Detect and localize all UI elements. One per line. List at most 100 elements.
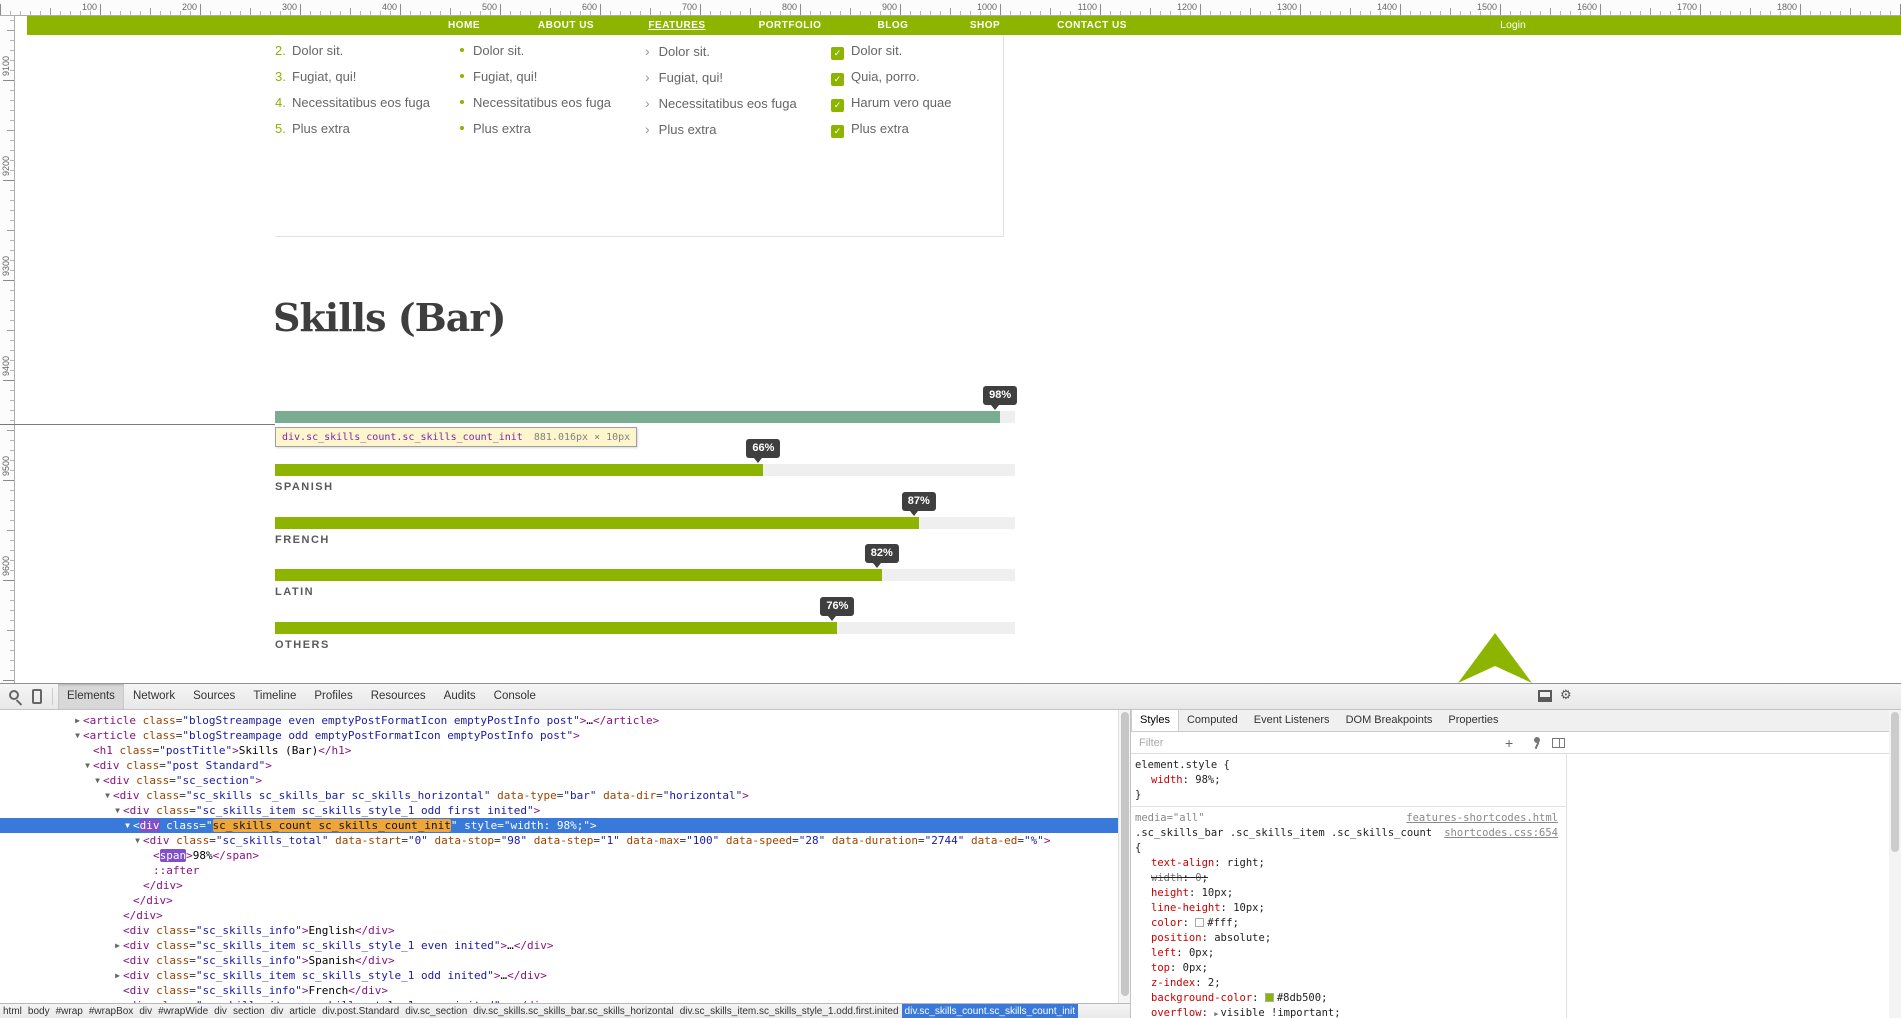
styles-filter-input[interactable]: Filter: [1139, 732, 1163, 754]
css-property[interactable]: line-height: 10px;: [1135, 901, 1562, 916]
css-property[interactable]: overflow: ▶visible !important;: [1135, 1006, 1562, 1018]
collapse-arrow-icon[interactable]: ▼: [72, 728, 83, 743]
nav-item-contact-us[interactable]: CONTACT US: [1057, 16, 1127, 35]
styles-scrollbar[interactable]: [1889, 710, 1901, 1018]
code-segment: <: [153, 849, 160, 862]
settings-gear-icon[interactable]: ⚙: [1560, 688, 1572, 703]
nav-item-shop[interactable]: SHOP: [970, 16, 1000, 35]
new-style-rule-icon[interactable]: +: [1505, 732, 1513, 754]
nav-item-about-us[interactable]: ABOUT US: [538, 16, 594, 35]
devtools-tree-row[interactable]: ::after: [0, 863, 1118, 878]
breadcrumb-item[interactable]: #wrapBox: [86, 1004, 136, 1018]
collapse-arrow-icon[interactable]: ▼: [82, 758, 93, 773]
css-property-value: 10px: [1233, 902, 1258, 914]
sidebar-tab-properties[interactable]: Properties: [1440, 710, 1506, 731]
breadcrumb-item[interactable]: div.sc_skills_item.sc_skills_style_1.odd…: [677, 1004, 902, 1018]
css-property[interactable]: background-color: #8db500;: [1135, 991, 1562, 1006]
devtools-tree-row[interactable]: <div class="sc_skills_info">English</div…: [0, 923, 1118, 938]
devtools-tab-elements[interactable]: Elements: [58, 684, 124, 709]
elements-scrollbar[interactable]: [1118, 710, 1130, 1003]
devtools-tree-row[interactable]: ▼<div class="sc_skills sc_skills_bar sc_…: [0, 788, 1118, 803]
nav-item-features[interactable]: FEATURES: [648, 16, 705, 35]
scrollbar-thumb[interactable]: [1121, 712, 1129, 996]
breadcrumb-item[interactable]: div.sc_skills_count.sc_skills_count_init: [902, 1004, 1078, 1018]
devtools-tab-sources[interactable]: Sources: [184, 684, 244, 709]
devtools-tree-row[interactable]: ▼<div class="sc_skills_item sc_skills_st…: [0, 803, 1118, 818]
breadcrumb-item[interactable]: html: [0, 1004, 25, 1018]
scroll-to-top-button[interactable]: [1458, 633, 1532, 683]
devtools-tree-row[interactable]: </div>: [0, 893, 1118, 908]
breadcrumb-item[interactable]: div.sc_skills.sc_skills_bar.sc_skills_ho…: [470, 1004, 676, 1018]
collapse-arrow-icon[interactable]: ▼: [102, 788, 113, 803]
devtools-tree-row[interactable]: ▶<article class="blogStreampage even emp…: [0, 713, 1118, 728]
css-property[interactable]: text-align: right;: [1135, 856, 1562, 871]
breadcrumb-item[interactable]: body: [25, 1004, 53, 1018]
nav-item-blog[interactable]: BLOG: [878, 16, 909, 35]
css-property[interactable]: width: 98%;: [1135, 773, 1562, 788]
breadcrumb-item[interactable]: article: [286, 1004, 319, 1018]
devtools-tree-row[interactable]: ▶<div class="sc_skills_item sc_skills_st…: [0, 968, 1118, 983]
breadcrumb-item[interactable]: #wrapWide: [155, 1004, 211, 1018]
sidebar-tab-styles[interactable]: Styles: [1131, 710, 1179, 731]
collapse-arrow-icon[interactable]: ▼: [132, 833, 143, 848]
devtools-tab-timeline[interactable]: Timeline: [244, 684, 305, 709]
css-property[interactable]: color: #fff;: [1135, 916, 1562, 931]
split-panel-icon[interactable]: [1552, 738, 1565, 748]
expand-arrow-icon[interactable]: ▶: [1214, 1010, 1218, 1018]
expand-arrow-icon[interactable]: ▶: [112, 938, 123, 953]
devtools-tree-row[interactable]: <div class="sc_skills_info">Spanish</div…: [0, 953, 1118, 968]
list-item: 5.Plus extra: [275, 116, 460, 142]
css-property[interactable]: height: 10px;: [1135, 886, 1562, 901]
inspect-element-icon[interactable]: [9, 690, 19, 700]
nav-item-home[interactable]: HOME: [448, 16, 480, 35]
devtools-tree-row[interactable]: <div class="sc_skills_info">French</div>: [0, 983, 1118, 998]
sidebar-tab-dom-breakpoints[interactable]: DOM Breakpoints: [1338, 710, 1441, 731]
device-mode-icon[interactable]: [32, 689, 42, 704]
css-property[interactable]: left: 0px;: [1135, 946, 1562, 961]
devtools-tree-row[interactable]: </div>: [0, 908, 1118, 923]
login-link[interactable]: Login: [1500, 16, 1526, 35]
nav-item-portfolio[interactable]: PORTFOLIO: [759, 16, 822, 35]
devtools-tab-resources[interactable]: Resources: [362, 684, 435, 709]
breadcrumb-item[interactable]: div: [268, 1004, 287, 1018]
devtools-tree-row[interactable]: ▼<div class="sc_section">: [0, 773, 1118, 788]
expand-arrow-icon[interactable]: ▶: [72, 713, 83, 728]
breadcrumb-item[interactable]: div: [211, 1004, 230, 1018]
devtools-tab-console[interactable]: Console: [485, 684, 545, 709]
devtools-tree-row[interactable]: ▼<div class="sc_skills_total" data-start…: [0, 833, 1118, 848]
scrollbar-thumb[interactable]: [1891, 712, 1899, 852]
ruler-label-h: 1200: [1177, 2, 1200, 12]
devtools-tree-row[interactable]: ▼<div class="post Standard">: [0, 758, 1118, 773]
collapse-arrow-icon[interactable]: ▼: [92, 773, 103, 788]
collapse-arrow-icon[interactable]: ▼: [122, 818, 133, 833]
breadcrumb-item[interactable]: div: [136, 1004, 155, 1018]
css-property[interactable]: top: 0px;: [1135, 961, 1562, 976]
devtools-tree-row[interactable]: <span>98%</span>: [0, 848, 1118, 863]
devtools-tab-audits[interactable]: Audits: [435, 684, 485, 709]
devtools-tree-row[interactable]: ▶<div class="sc_skills_item sc_skills_st…: [0, 938, 1118, 953]
breadcrumb-item[interactable]: div.post.Standard: [319, 1004, 402, 1018]
expand-arrow-icon[interactable]: ▶: [112, 968, 123, 983]
devtools-tree-row[interactable]: <h1 class="postTitle">Skills (Bar)</h1>: [0, 743, 1118, 758]
devtools-tree-row[interactable]: ▼<div class="sc_skills_count sc_skills_c…: [0, 818, 1118, 833]
devtools-tree-row[interactable]: </div>: [0, 878, 1118, 893]
css-property[interactable]: z-index: 2;: [1135, 976, 1562, 991]
code-segment: <: [133, 819, 140, 832]
devtools-tree-row[interactable]: ▼<article class="blogStreampage odd empt…: [0, 728, 1118, 743]
collapse-arrow-icon[interactable]: ▼: [112, 803, 123, 818]
breadcrumb-item[interactable]: #wrap: [53, 1004, 86, 1018]
css-property[interactable]: position: absolute;: [1135, 931, 1562, 946]
element-state-icon[interactable]: [1530, 737, 1542, 749]
sidebar-tab-event-listeners[interactable]: Event Listeners: [1246, 710, 1338, 731]
css-property[interactable]: width: 0;: [1135, 871, 1562, 886]
devtools-tab-network[interactable]: Network: [124, 684, 184, 709]
devtools-tab-profiles[interactable]: Profiles: [305, 684, 361, 709]
breadcrumb-item[interactable]: div.sc_section: [402, 1004, 470, 1018]
stylesheet-link[interactable]: shortcodes.css:654: [1444, 826, 1558, 841]
code-segment: >: [186, 849, 193, 862]
ruler-label-h: 500: [482, 2, 500, 12]
dock-icon[interactable]: [1538, 690, 1552, 702]
sidebar-tab-computed[interactable]: Computed: [1179, 710, 1246, 731]
breadcrumb-item[interactable]: section: [230, 1004, 268, 1018]
stylesheet-link[interactable]: features-shortcodes.html: [1406, 811, 1558, 826]
